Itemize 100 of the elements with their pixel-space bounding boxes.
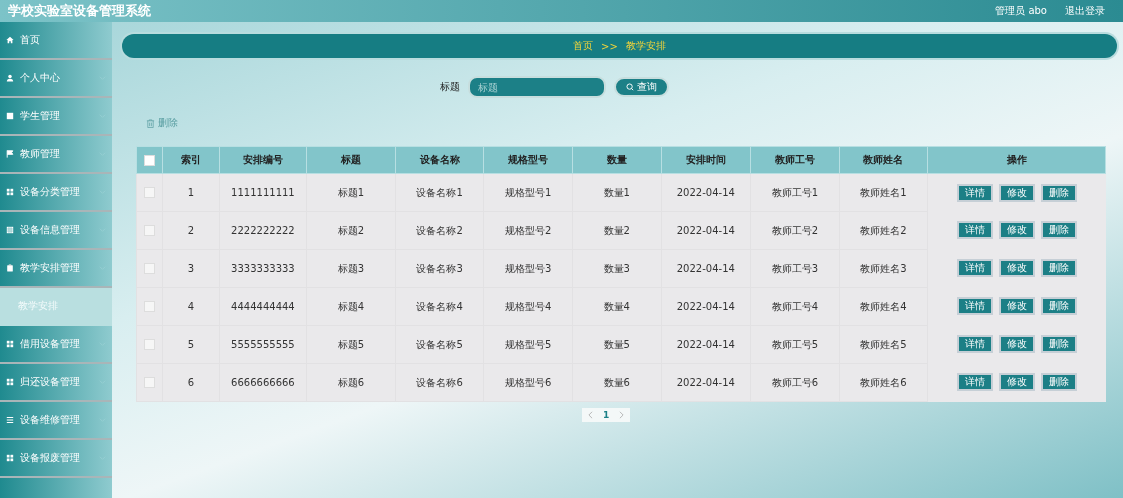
- square-icon: [6, 112, 14, 120]
- row-action-button[interactable]: 详情: [956, 183, 993, 202]
- table-cell: 设备名称2: [395, 211, 484, 250]
- sidebar-item[interactable]: 教师管理: [0, 136, 112, 174]
- sidebar-item[interactable]: 设备报废管理: [0, 440, 112, 478]
- table-cell: 5: [162, 325, 220, 364]
- search-button[interactable]: 查询: [614, 77, 669, 97]
- table-cell: 标题6: [306, 363, 396, 402]
- table-cell: 4444444444: [219, 287, 307, 326]
- next-page-icon[interactable]: [619, 411, 625, 419]
- row-action-button[interactable]: 详情: [956, 297, 993, 315]
- row-action-button[interactable]: 删除: [1040, 373, 1077, 391]
- row-action-button[interactable]: 修改: [998, 183, 1035, 202]
- grid-icon: [6, 340, 14, 348]
- table-cell: 教师工号5: [750, 325, 840, 364]
- column-header: 安排编号: [219, 146, 307, 174]
- row-checkbox[interactable]: [144, 263, 156, 275]
- table-cell: 教师姓名1: [839, 173, 928, 212]
- table-cell: 5555555555: [219, 325, 307, 364]
- table-cell: 标题2: [306, 211, 396, 250]
- column-header: 教师姓名: [839, 146, 928, 174]
- breadcrumb-current: 教学安排: [625, 39, 666, 53]
- sidebar-item[interactable]: 学生管理: [0, 98, 112, 136]
- table-cell: 数量3: [572, 249, 661, 288]
- sidebar-item[interactable]: 设备分类管理: [0, 174, 112, 212]
- table-cell: 教师姓名2: [839, 211, 928, 250]
- column-header: 索引: [162, 146, 220, 174]
- table-cell: 教师工号3: [750, 249, 840, 288]
- table-cell: 设备名称3: [395, 249, 484, 288]
- row-action-button[interactable]: 删除: [1040, 221, 1077, 239]
- sidebar-item[interactable]: 个人中心: [0, 60, 112, 98]
- row-checkbox[interactable]: [144, 377, 156, 389]
- grid-icon: [6, 188, 14, 196]
- table-cell: 2022-04-14: [661, 173, 751, 212]
- grid-icon: [6, 454, 14, 462]
- home-icon: [6, 36, 14, 44]
- table-cell: 标题5: [306, 325, 396, 364]
- sidebar-item[interactable]: 归还设备管理: [0, 364, 112, 402]
- row-checkbox[interactable]: [144, 225, 156, 237]
- row-action-button[interactable]: 删除: [1040, 183, 1077, 202]
- trash-icon: [146, 118, 155, 128]
- row-action-button[interactable]: 修改: [998, 373, 1035, 391]
- page-number[interactable]: 1: [603, 410, 610, 420]
- logout-link[interactable]: 退出登录: [1065, 4, 1105, 18]
- table-cell: 6: [162, 363, 220, 402]
- row-action-button[interactable]: 删除: [1040, 297, 1077, 315]
- table-cell: 3: [162, 249, 220, 288]
- previous-page-icon[interactable]: [588, 411, 593, 419]
- row-checkbox[interactable]: [144, 301, 156, 313]
- column-header: 操作: [927, 146, 1106, 174]
- table-cell: 4: [162, 287, 220, 326]
- table-cell: 1111111111: [219, 173, 307, 212]
- table-cell: 数量1: [572, 173, 661, 212]
- menu-icon: [6, 416, 14, 424]
- table-cell: 规格型号4: [483, 287, 573, 326]
- table-cell: 2: [162, 211, 220, 250]
- table-cell: 6666666666: [219, 363, 307, 402]
- row-action-button[interactable]: 修改: [998, 297, 1035, 315]
- table-cell: 规格型号5: [483, 325, 573, 364]
- row-action-button[interactable]: 删除: [1040, 259, 1077, 277]
- row-action-button[interactable]: 详情: [956, 335, 993, 353]
- column-header: 安排时间: [661, 146, 751, 174]
- column-header: 教师工号: [750, 146, 840, 174]
- row-action-button[interactable]: 修改: [998, 259, 1035, 277]
- row-checkbox[interactable]: [144, 339, 156, 351]
- table-cell: 2022-04-14: [661, 325, 751, 364]
- table-cell: 标题1: [306, 173, 396, 212]
- search-field[interactable]: 标题: [468, 76, 606, 98]
- grid-icon: [6, 378, 14, 386]
- table-cell: 2022-04-14: [661, 287, 751, 326]
- sidebar-item[interactable]: 设备信息管理: [0, 212, 112, 250]
- table-cell: 设备名称6: [395, 363, 484, 402]
- table-icon: [6, 226, 14, 234]
- table-cell: 3333333333: [219, 249, 307, 288]
- table-cell: 2022-04-14: [661, 211, 751, 250]
- table-cell: 教师工号2: [750, 211, 840, 250]
- row-action-button[interactable]: 详情: [956, 259, 993, 277]
- row-action-button[interactable]: 修改: [998, 221, 1035, 239]
- table-cell: 教师姓名6: [839, 363, 928, 402]
- table-cell: 2022-04-14: [661, 363, 751, 402]
- sidebar-item[interactable]: 借用设备管理: [0, 326, 112, 364]
- select-all-checkbox[interactable]: [144, 154, 156, 166]
- row-action-button[interactable]: 详情: [956, 373, 993, 391]
- column-header: 规格型号: [483, 146, 573, 174]
- column-header: 数量: [572, 146, 661, 174]
- search-label: 标题: [440, 80, 460, 94]
- row-checkbox[interactable]: [144, 187, 156, 199]
- table-cell: 规格型号2: [483, 211, 573, 250]
- table-cell: 教师工号6: [750, 363, 840, 402]
- table-cell: 规格型号3: [483, 249, 573, 288]
- row-action-button[interactable]: 详情: [956, 221, 993, 239]
- flag-icon: [6, 150, 14, 158]
- table-cell: 教师姓名3: [839, 249, 928, 288]
- sidebar-item[interactable]: 首页: [0, 22, 112, 60]
- sidebar-item[interactable]: 设备维修管理: [0, 402, 112, 440]
- search-icon: [626, 83, 634, 91]
- row-action-button[interactable]: 删除: [1040, 335, 1077, 353]
- row-action-button[interactable]: 修改: [998, 335, 1035, 353]
- table-cell: 教师工号1: [750, 173, 840, 212]
- breadcrumb-home-link[interactable]: 首页: [573, 39, 594, 53]
